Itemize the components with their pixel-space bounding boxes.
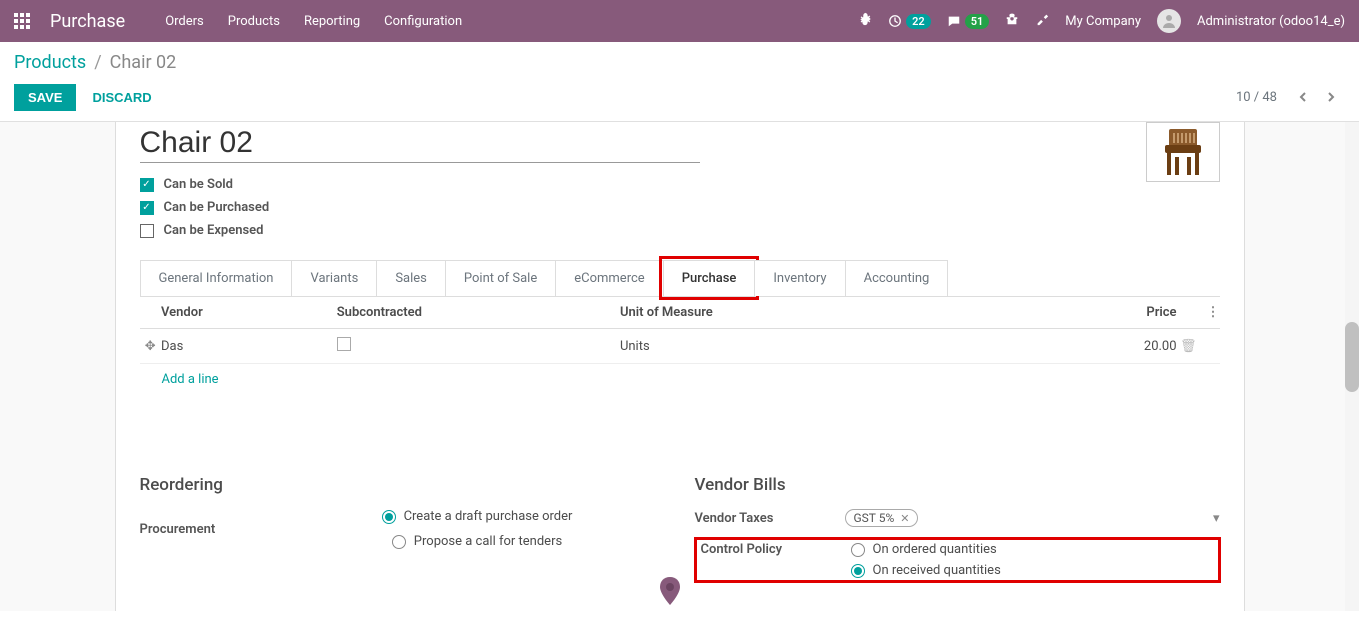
menu-products[interactable]: Products xyxy=(228,14,280,29)
th-vendor: Vendor xyxy=(161,305,337,320)
procurement-tender-label: Propose a call for tenders xyxy=(414,534,562,549)
user-avatar-icon[interactable] xyxy=(1157,9,1181,33)
kebab-icon[interactable]: ⋮ xyxy=(1200,305,1220,320)
can-be-expensed-label: Can be Expensed xyxy=(164,223,264,238)
pager-text[interactable]: 10 / 48 xyxy=(1236,90,1277,105)
radio-icon xyxy=(851,543,865,557)
vendor-table: Vendor Subcontracted Unit of Measure Pri… xyxy=(140,297,1220,395)
menu-configuration[interactable]: Configuration xyxy=(384,14,462,29)
drag-handle-icon[interactable]: ✥ xyxy=(140,339,161,354)
radio-icon xyxy=(382,510,396,524)
control-policy-ordered-label: On ordered quantities xyxy=(873,542,997,557)
vendor-bills-group: Vendor Bills Vendor Taxes GST 5% ✕ ▾ Con… xyxy=(695,475,1220,582)
tab-variants[interactable]: Variants xyxy=(291,260,377,296)
app-title[interactable]: Purchase xyxy=(50,11,125,32)
discard-button[interactable]: DISCARD xyxy=(92,90,151,105)
tab-accounting[interactable]: Accounting xyxy=(845,260,949,296)
control-policy-ordered-radio[interactable]: On ordered quantities xyxy=(851,542,997,557)
tab-ecommerce[interactable]: eCommerce xyxy=(555,260,663,296)
form-sheet: Can be Sold Can be Purchased Can be Expe… xyxy=(115,122,1245,611)
cell-price[interactable]: 20.00 xyxy=(1079,339,1177,354)
discuss-count: 51 xyxy=(965,14,990,29)
activities-icon[interactable]: 22 xyxy=(888,14,931,29)
vendor-tax-text: GST 5% xyxy=(854,511,895,525)
pager-next-icon[interactable] xyxy=(1317,83,1345,111)
cell-subcontracted-checkbox[interactable] xyxy=(337,337,351,351)
company-selector[interactable]: My Company xyxy=(1065,14,1141,29)
user-menu[interactable]: Administrator (odoo14_e) xyxy=(1197,14,1345,29)
map-pin-icon[interactable] xyxy=(659,577,681,605)
apps-icon[interactable] xyxy=(14,13,30,29)
control-policy-received-radio[interactable]: On received quantities xyxy=(851,563,1001,578)
menu-reporting[interactable]: Reporting xyxy=(304,14,360,29)
procurement-draft-radio[interactable]: Create a draft purchase order xyxy=(382,509,573,524)
save-button[interactable]: SAVE xyxy=(14,84,76,111)
tab-inventory[interactable]: Inventory xyxy=(754,260,845,296)
th-price: Price xyxy=(1079,305,1177,320)
control-policy-received-label: On received quantities xyxy=(873,563,1001,578)
top-nav: Purchase Orders Products Reporting Confi… xyxy=(0,0,1359,42)
breadcrumb-current: Chair 02 xyxy=(110,52,177,73)
tag-remove-icon[interactable]: ✕ xyxy=(900,512,909,525)
can-be-sold-label: Can be Sold xyxy=(164,177,234,192)
form-sheet-bg: Can be Sold Can be Purchased Can be Expe… xyxy=(0,122,1359,611)
activities-count: 22 xyxy=(906,14,931,29)
breadcrumb-sep: / xyxy=(94,52,101,73)
can-be-purchased-label: Can be Purchased xyxy=(164,200,270,215)
topnav-menu: Orders Products Reporting Configuration xyxy=(165,14,462,29)
tab-purchase[interactable]: Purchase xyxy=(663,260,756,296)
can-be-expensed-checkbox[interactable] xyxy=(140,224,154,238)
vendor-bills-title: Vendor Bills xyxy=(695,475,1220,495)
cell-vendor[interactable]: Das xyxy=(161,339,337,354)
radio-icon xyxy=(851,564,865,578)
bug-icon[interactable] xyxy=(858,12,872,30)
tabs: General Information Variants Sales Point… xyxy=(140,260,1220,297)
can-be-purchased-checkbox[interactable] xyxy=(140,201,154,215)
add-line-button[interactable]: Add a line xyxy=(140,364,1220,395)
pager-prev-icon[interactable] xyxy=(1289,83,1317,111)
procurement-label: Procurement xyxy=(140,522,290,537)
product-image[interactable] xyxy=(1146,122,1220,182)
th-uom: Unit of Measure xyxy=(620,305,1079,320)
breadcrumb-parent[interactable]: Products xyxy=(14,52,86,73)
topnav-right: 22 51 My Company Administrator (odoo14_e… xyxy=(858,9,1345,33)
radio-icon xyxy=(392,535,406,549)
control-policy-highlight: Control Policy On ordered quantities xyxy=(695,538,1220,582)
control-panel: Products / Chair 02 SAVE DISCARD 10 / 48 xyxy=(0,42,1359,121)
gift-icon[interactable] xyxy=(1005,12,1019,30)
tab-sales[interactable]: Sales xyxy=(376,260,446,296)
chevron-down-icon[interactable]: ▾ xyxy=(1213,511,1220,526)
can-be-sold-checkbox[interactable] xyxy=(140,178,154,192)
cell-uom[interactable]: Units xyxy=(620,339,1079,354)
tab-point-of-sale[interactable]: Point of Sale xyxy=(445,260,556,296)
scrollbar-track[interactable] xyxy=(1345,122,1359,611)
vendor-tax-tag[interactable]: GST 5% ✕ xyxy=(845,509,919,527)
delete-row-icon[interactable]: 🗑 xyxy=(1177,339,1200,354)
product-checks: Can be Sold Can be Purchased Can be Expe… xyxy=(140,177,1220,238)
tools-icon[interactable] xyxy=(1035,12,1049,30)
reordering-group: Reordering Procurement Create a draft pu… xyxy=(140,475,665,582)
control-policy-label: Control Policy xyxy=(701,542,851,557)
tab-general-information[interactable]: General Information xyxy=(140,260,293,296)
chair-icon xyxy=(1163,129,1203,175)
breadcrumb: Products / Chair 02 xyxy=(14,52,1345,73)
vendor-taxes-label: Vendor Taxes xyxy=(695,511,845,526)
menu-orders[interactable]: Orders xyxy=(165,14,204,29)
reordering-title: Reordering xyxy=(140,475,665,495)
procurement-draft-label: Create a draft purchase order xyxy=(404,509,573,524)
table-row[interactable]: ✥ Das Units 20.00 🗑 xyxy=(140,329,1220,364)
th-subcontracted: Subcontracted xyxy=(337,305,620,320)
scrollbar-thumb[interactable] xyxy=(1345,322,1359,392)
discuss-icon[interactable]: 51 xyxy=(947,14,990,29)
product-name-input[interactable] xyxy=(140,122,700,163)
procurement-tender-radio[interactable]: Propose a call for tenders xyxy=(392,534,562,549)
